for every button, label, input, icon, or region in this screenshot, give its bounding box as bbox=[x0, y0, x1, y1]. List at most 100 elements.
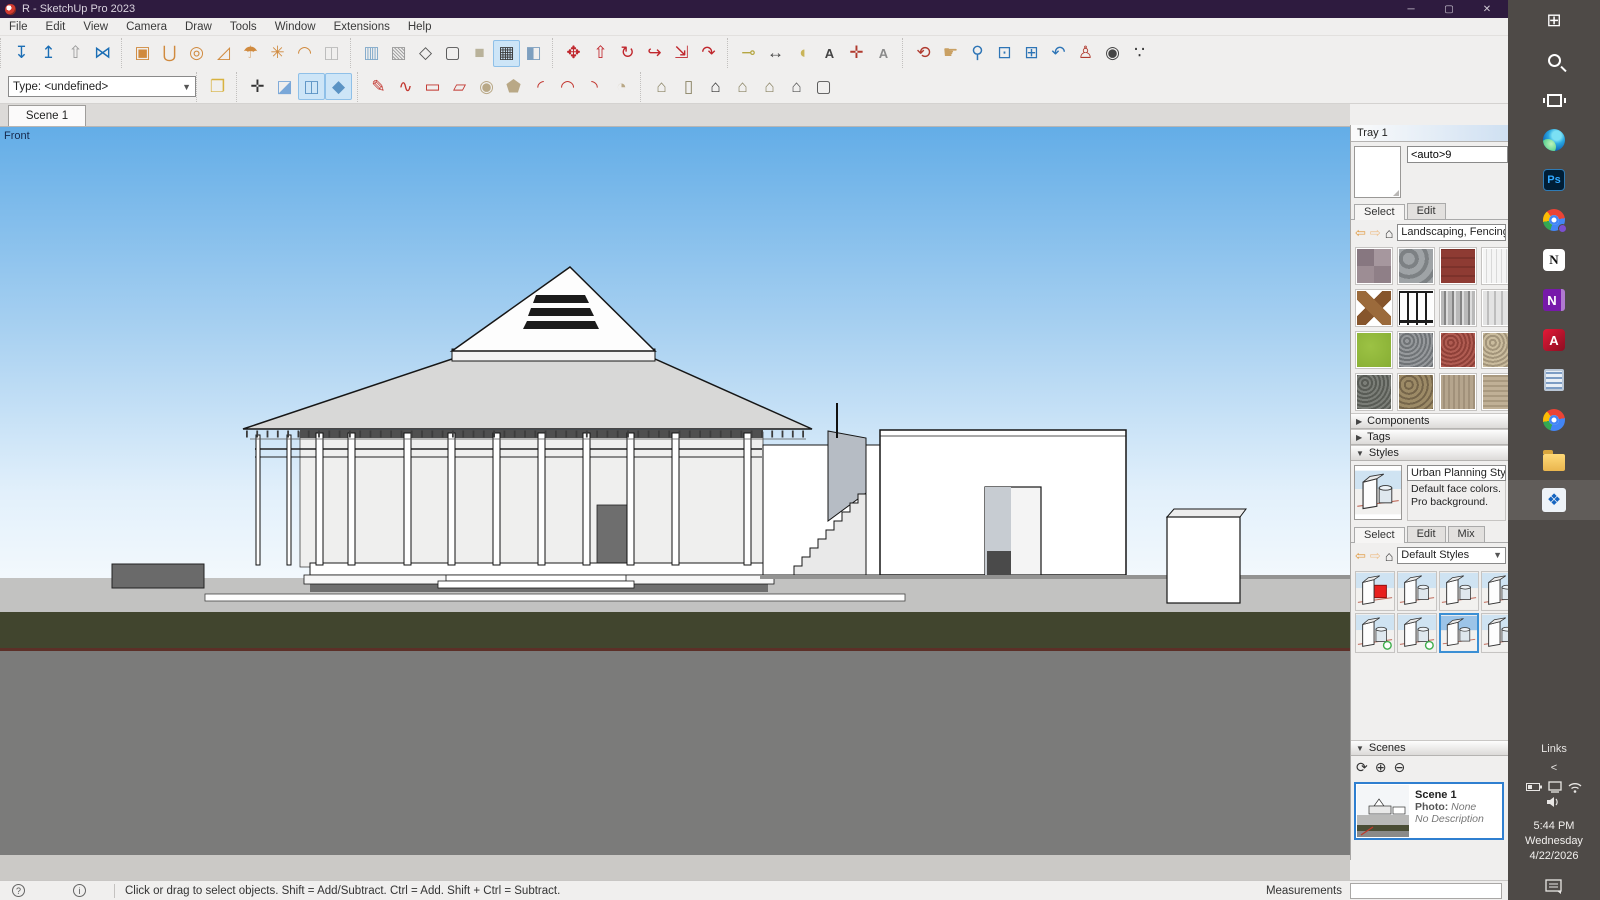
menu-help[interactable]: Help bbox=[399, 18, 441, 35]
instant-house-icon[interactable]: ⌂ bbox=[648, 73, 675, 100]
material-swatch-gray-gravel[interactable] bbox=[1397, 331, 1435, 369]
menu-file[interactable]: File bbox=[0, 18, 37, 35]
notion-icon[interactable]: N bbox=[1508, 240, 1600, 280]
three-point-arc-icon[interactable]: ◝ bbox=[581, 73, 608, 100]
styles-section-header[interactable]: ▼ Styles bbox=[1351, 445, 1508, 461]
section-fill-icon[interactable]: ◆ bbox=[325, 73, 352, 100]
two-point-arc-icon[interactable]: ◠ bbox=[554, 73, 581, 100]
arc-icon[interactable]: ◜ bbox=[527, 73, 554, 100]
scenes-section-header[interactable]: ▼ Scenes bbox=[1351, 740, 1508, 756]
style-urban-planning[interactable] bbox=[1439, 613, 1479, 653]
cast-screen-icon[interactable] bbox=[1548, 781, 1562, 793]
monochrome-icon[interactable]: ◧ bbox=[520, 40, 547, 67]
material-swatch-board-fence[interactable] bbox=[1481, 289, 1508, 327]
menu-window[interactable]: Window bbox=[266, 18, 325, 35]
styles-tab-edit[interactable]: Edit bbox=[1407, 526, 1446, 542]
model-canvas[interactable] bbox=[0, 127, 1350, 880]
chrome-profile-icon[interactable] bbox=[1508, 200, 1600, 240]
style-name-field[interactable]: Urban Planning Style bbox=[1407, 465, 1506, 481]
offset-icon[interactable]: ↷ bbox=[695, 40, 722, 67]
protractor-icon[interactable]: ◖ bbox=[789, 40, 816, 67]
forward-arrow-icon[interactable]: ⇨ bbox=[1370, 225, 1381, 241]
material-swatch-picket-fence[interactable] bbox=[1439, 289, 1477, 327]
back-arrow-icon[interactable]: ⇦ bbox=[1355, 225, 1366, 241]
rectangle-icon[interactable]: ▭ bbox=[419, 73, 446, 100]
hidden-line-icon[interactable]: ▢ bbox=[439, 40, 466, 67]
line-icon[interactable]: ✎ bbox=[365, 73, 392, 100]
battery-icon[interactable] bbox=[1526, 782, 1542, 792]
share-components-icon[interactable]: ⇧ bbox=[62, 40, 89, 67]
task-view-icon[interactable] bbox=[1508, 80, 1600, 120]
material-swatch-brown-pebbles[interactable] bbox=[1397, 373, 1435, 411]
onenote-icon[interactable]: N bbox=[1508, 280, 1600, 320]
style-default[interactable] bbox=[1397, 571, 1437, 611]
style-badge-1[interactable] bbox=[1355, 613, 1395, 653]
model-viewport[interactable]: Front bbox=[0, 127, 1350, 880]
wall-panel-icon[interactable]: ▯ bbox=[675, 73, 702, 100]
tape-measure-icon[interactable]: ⊸ bbox=[735, 40, 762, 67]
style-badge-2[interactable] bbox=[1397, 613, 1437, 653]
update-scene-icon[interactable]: ⟳ bbox=[1356, 759, 1368, 776]
sun-tool-icon[interactable]: ✳ bbox=[264, 40, 291, 67]
axes-icon[interactable]: ✛ bbox=[843, 40, 870, 67]
start-button[interactable]: ⊞ bbox=[1508, 0, 1600, 40]
pan-icon[interactable]: ☛ bbox=[937, 40, 964, 67]
material-swatch-red-brick[interactable] bbox=[1439, 247, 1477, 285]
scene-tab[interactable]: Scene 1 bbox=[8, 105, 86, 126]
3d-text-icon[interactable]: A bbox=[870, 40, 897, 67]
minimize-button[interactable]: ─ bbox=[1392, 0, 1430, 18]
tags-section-header[interactable]: ▶ Tags bbox=[1351, 429, 1508, 445]
push-pull-icon[interactable]: ⇧ bbox=[587, 40, 614, 67]
close-button[interactable]: ✕ bbox=[1468, 0, 1506, 18]
section-cuts-icon[interactable]: ◫ bbox=[298, 73, 325, 100]
menu-draw[interactable]: Draw bbox=[176, 18, 221, 35]
back-edges-icon[interactable]: ▧ bbox=[385, 40, 412, 67]
freehand-icon[interactable]: ∿ bbox=[392, 73, 419, 100]
zoom-icon[interactable]: ⚲ bbox=[964, 40, 991, 67]
menu-view[interactable]: View bbox=[74, 18, 117, 35]
materials-tab-select[interactable]: Select bbox=[1354, 204, 1405, 220]
goblet-tool-icon[interactable]: ⋃ bbox=[156, 40, 183, 67]
shaded-textures-icon[interactable]: ▦ bbox=[493, 40, 520, 67]
material-swatch-tan-carpet[interactable] bbox=[1439, 373, 1477, 411]
sketchup-icon[interactable]: ❖ bbox=[1508, 480, 1600, 520]
components-section-header[interactable]: ▶ Components bbox=[1351, 413, 1508, 429]
flip-icon[interactable]: ⋈ bbox=[89, 40, 116, 67]
move-icon[interactable]: ✥ bbox=[560, 40, 587, 67]
dimension-icon[interactable]: ↔ bbox=[762, 40, 789, 67]
material-swatch-dark-gravel[interactable] bbox=[1355, 373, 1393, 411]
scale-icon[interactable]: ⇲ bbox=[668, 40, 695, 67]
position-camera-icon[interactable]: ♙ bbox=[1072, 40, 1099, 67]
volume-icon[interactable] bbox=[1546, 796, 1561, 808]
styles-collection-dropdown[interactable]: Default Styles ▼ bbox=[1397, 547, 1506, 564]
show-hidden-icons-chevron[interactable]: < bbox=[1551, 762, 1557, 774]
previous-view-icon[interactable]: ↶ bbox=[1045, 40, 1072, 67]
classification-type-combo[interactable]: Type: <undefined> ▼ bbox=[8, 76, 196, 97]
photoshop-icon[interactable]: Ps bbox=[1508, 160, 1600, 200]
file-explorer-icon[interactable] bbox=[1508, 440, 1600, 480]
add-scene-icon[interactable]: ⊕ bbox=[1375, 759, 1387, 776]
taskbar-clock[interactable]: 5:44 PM Wednesday 4/22/2026 bbox=[1525, 819, 1583, 864]
classifier-icon[interactable]: ❐ bbox=[204, 73, 231, 100]
house-door-icon[interactable]: ⌂ bbox=[702, 73, 729, 100]
house-outline-icon[interactable]: ⌂ bbox=[783, 73, 810, 100]
orbit-icon[interactable]: ⟲ bbox=[910, 40, 937, 67]
material-swatch-stone-pavers[interactable] bbox=[1355, 247, 1393, 285]
parasol-tool-icon[interactable]: ☂ bbox=[237, 40, 264, 67]
menu-extensions[interactable]: Extensions bbox=[325, 18, 399, 35]
wireframe-icon[interactable]: ◇ bbox=[412, 40, 439, 67]
menu-edit[interactable]: Edit bbox=[37, 18, 75, 35]
material-name-input[interactable] bbox=[1407, 146, 1508, 163]
search-icon[interactable] bbox=[1508, 40, 1600, 80]
materials-collection-dropdown[interactable]: Landscaping, Fencing a bbox=[1397, 224, 1506, 241]
material-swatch-white-lattice[interactable] bbox=[1481, 247, 1508, 285]
material-swatch-sand-speckle[interactable] bbox=[1481, 331, 1508, 369]
hip-house-icon[interactable]: ⌂ bbox=[756, 73, 783, 100]
box-tool-icon[interactable]: ◫ bbox=[318, 40, 345, 67]
maximize-button[interactable]: ▢ bbox=[1430, 0, 1468, 18]
styles-tab-select[interactable]: Select bbox=[1354, 527, 1405, 543]
axes-tool-icon[interactable]: ✛ bbox=[244, 73, 271, 100]
xray-icon[interactable]: ▥ bbox=[358, 40, 385, 67]
slab-icon[interactable]: ▢ bbox=[810, 73, 837, 100]
3d-warehouse-upload-icon[interactable]: ↥ bbox=[35, 40, 62, 67]
